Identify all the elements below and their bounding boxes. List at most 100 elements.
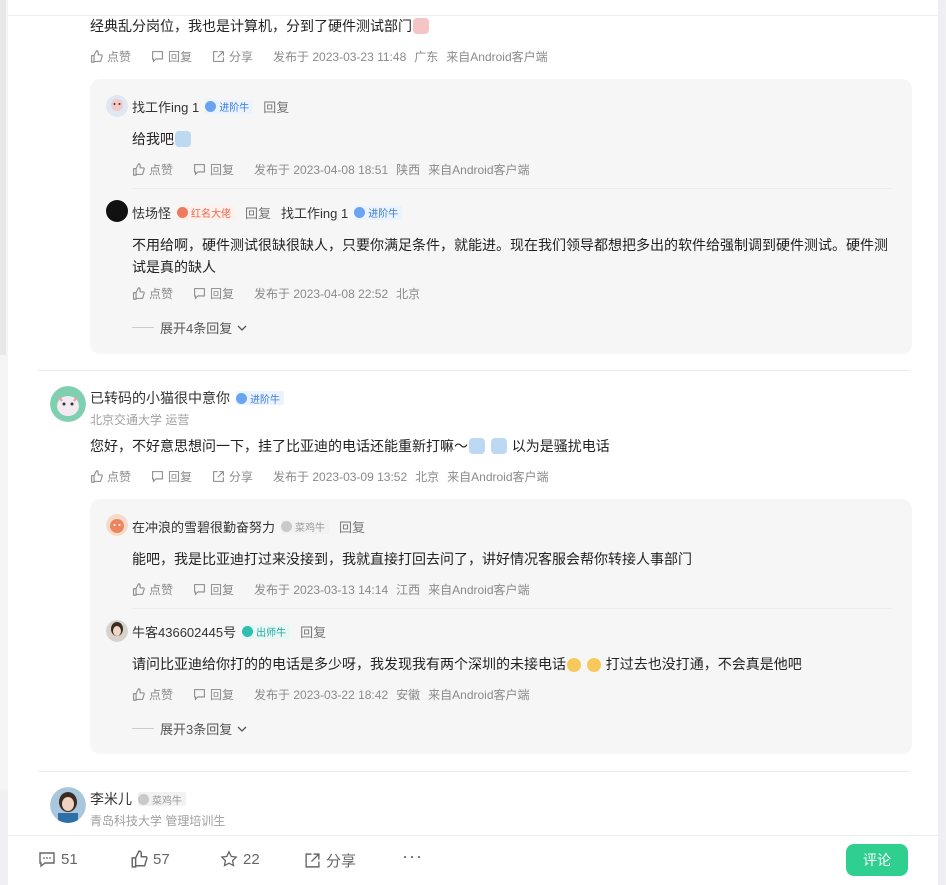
reply-link[interactable]: 回复 bbox=[263, 97, 289, 116]
divider bbox=[132, 728, 154, 729]
location: 安徽 bbox=[396, 688, 421, 702]
avatar[interactable] bbox=[106, 95, 128, 117]
badge-label: 进阶牛 bbox=[250, 394, 280, 406]
bottom-action-bar: 51 57 22 分享 ··· 评论 bbox=[8, 835, 938, 885]
comment-meta: 点赞 回复 分享 发布于 2023-03-09 13:52 北京 来自Android… bbox=[90, 468, 549, 485]
reply-meta: 点赞 回复 发布于 2023-04-08 22:52 北京 bbox=[132, 285, 420, 302]
expand-label: 展开4条回复 bbox=[160, 321, 233, 336]
like-button[interactable]: 点赞 bbox=[132, 161, 173, 178]
badge-icon bbox=[138, 793, 149, 805]
reply-button[interactable]: 回复 bbox=[193, 686, 234, 703]
like-count-button[interactable]: 57 bbox=[130, 850, 170, 868]
chevron-down-icon bbox=[237, 325, 247, 331]
expand-label: 展开3条回复 bbox=[160, 722, 233, 737]
thumbs-up-icon bbox=[91, 470, 103, 483]
reply-link[interactable]: 回复 bbox=[300, 622, 326, 641]
reply-header: 牛客436602445号 出师牛 回复 bbox=[132, 622, 326, 641]
thumbs-up-icon bbox=[131, 850, 148, 868]
share-label: 分享 bbox=[326, 853, 357, 870]
like-button[interactable]: 点赞 bbox=[90, 48, 131, 65]
reply-box: 在冲浪的雪碧很勤奋努力 菜鸡牛 回复 能吧，我是比亚迪打过来没接到，我就直接打回… bbox=[90, 499, 912, 754]
avatar[interactable] bbox=[50, 386, 86, 422]
expand-replies-button[interactable]: 展开3条回复 bbox=[132, 719, 248, 738]
like-button[interactable]: 点赞 bbox=[90, 468, 131, 485]
reply-button[interactable]: 回复 bbox=[193, 285, 234, 302]
comments-count-button[interactable]: 51 bbox=[38, 850, 78, 868]
reply-button[interactable]: 回复 bbox=[151, 48, 192, 65]
likes-count: 57 bbox=[153, 850, 170, 868]
username[interactable]: 李米儿 bbox=[90, 789, 132, 809]
scroll-thumb[interactable] bbox=[0, 0, 6, 355]
flushed-emoji-icon bbox=[586, 658, 601, 672]
comment-text: 您好，不好意思想问一下，挂了比亚迪的电话还能重新打嘛～ 以为是骚扰电话 bbox=[90, 436, 610, 456]
badge-label: 红名大佬 bbox=[191, 209, 232, 220]
share-label: 分享 bbox=[229, 50, 254, 64]
like-label: 点赞 bbox=[107, 470, 132, 484]
reply-box: 找工作ing 1 进阶牛 回复 给我吧 点赞 回复 发布于 2023-04-08… bbox=[90, 79, 912, 354]
comment-button[interactable]: 评论 bbox=[846, 844, 908, 876]
reply-label: 回复 bbox=[210, 583, 235, 597]
username[interactable]: 怯场怪 bbox=[132, 203, 171, 222]
divider bbox=[132, 608, 892, 609]
level-badge: 进阶牛 bbox=[236, 391, 284, 406]
share-icon bbox=[305, 853, 320, 868]
share-button[interactable]: 分享 bbox=[304, 850, 356, 871]
reply-meta: 点赞 回复 发布于 2023-03-13 14:14 江西 来自Android客户端 bbox=[132, 581, 530, 598]
share-button[interactable]: 分享 bbox=[212, 468, 253, 485]
avatar[interactable] bbox=[106, 514, 128, 536]
location: 北京 bbox=[396, 287, 421, 301]
reply-to-username[interactable]: 找工作ing 1 bbox=[281, 203, 348, 222]
avatar[interactable] bbox=[106, 620, 128, 642]
comment-icon bbox=[152, 471, 163, 483]
badge-icon bbox=[205, 101, 217, 112]
thumbs-up-icon bbox=[133, 583, 145, 596]
badge-icon bbox=[242, 626, 254, 637]
avatar[interactable] bbox=[50, 787, 86, 823]
divider bbox=[132, 327, 154, 328]
share-button[interactable]: 分享 bbox=[212, 48, 253, 65]
chevron-down-icon bbox=[237, 726, 247, 732]
comment-header: 已转码的小猫很中意你 进阶牛 bbox=[90, 388, 284, 408]
divider bbox=[38, 370, 910, 371]
favorite-button[interactable]: 22 bbox=[220, 850, 260, 868]
username[interactable]: 找工作ing 1 bbox=[132, 97, 199, 116]
comment-meta: 点赞 回复 分享 发布于 2023-03-23 11:48 广东 来自Android… bbox=[90, 48, 548, 65]
like-button[interactable]: 点赞 bbox=[132, 285, 173, 302]
comment-text: 经典乱分岗位，我也是计算机，分到了硬件测试部门 bbox=[90, 16, 430, 36]
left-scroll-track[interactable] bbox=[0, 0, 8, 790]
avatar[interactable] bbox=[106, 200, 128, 222]
username[interactable]: 牛客436602445号 bbox=[132, 622, 236, 641]
reply-text-line: 不用给啊，硬件测试很缺很缺人，只要你满足条件，就能进。现在我们领导都想把多出的软… bbox=[132, 237, 888, 253]
share-icon bbox=[213, 51, 224, 62]
reply-button[interactable]: 回复 bbox=[193, 581, 234, 598]
like-button[interactable]: 点赞 bbox=[132, 686, 173, 703]
thumbs-up-icon bbox=[91, 50, 103, 63]
comment-icon bbox=[194, 288, 205, 300]
reply-button[interactable]: 回复 bbox=[151, 468, 192, 485]
more-icon[interactable]: ··· bbox=[402, 846, 423, 867]
reply-meta: 点赞 回复 发布于 2023-04-08 18:51 陕西 来自Android客户端 bbox=[132, 161, 530, 178]
username[interactable]: 在冲浪的雪碧很勤奋努力 bbox=[132, 517, 275, 536]
user-school-role: 青岛科技大学 管理培训生 bbox=[90, 814, 226, 828]
username[interactable]: 已转码的小猫很中意你 bbox=[90, 388, 230, 408]
reply-header: 找工作ing 1 进阶牛 回复 bbox=[132, 97, 289, 116]
reply-label: 回复 bbox=[168, 470, 193, 484]
comment-header: 李米儿 菜鸡牛 bbox=[90, 789, 186, 809]
comment-icon bbox=[39, 852, 55, 868]
comments-card: 经典乱分岗位，我也是计算机，分到了硬件测试部门 点赞 回复 分享 发布于 202… bbox=[8, 0, 938, 885]
reply-button[interactable]: 回复 bbox=[193, 161, 234, 178]
reply-link[interactable]: 回复 bbox=[339, 517, 365, 536]
level-badge: 菜鸡牛 bbox=[138, 792, 186, 807]
expand-replies-button[interactable]: 展开4条回复 bbox=[132, 318, 248, 337]
location: 北京 bbox=[415, 470, 440, 484]
comment-icon bbox=[194, 689, 205, 701]
level-badge: 菜鸡牛 bbox=[281, 519, 330, 534]
publish-time: 发布于 2023-03-09 13:52 bbox=[273, 470, 408, 484]
reply-label: 回复 bbox=[168, 50, 193, 64]
share-label: 分享 bbox=[229, 470, 254, 484]
like-button[interactable]: 点赞 bbox=[132, 581, 173, 598]
comments-count: 51 bbox=[61, 850, 78, 868]
reply-label: 回复 bbox=[210, 163, 235, 177]
reply-text-line: 试是真的缺人 bbox=[132, 259, 216, 275]
level-badge: 红名大佬 bbox=[177, 205, 236, 220]
